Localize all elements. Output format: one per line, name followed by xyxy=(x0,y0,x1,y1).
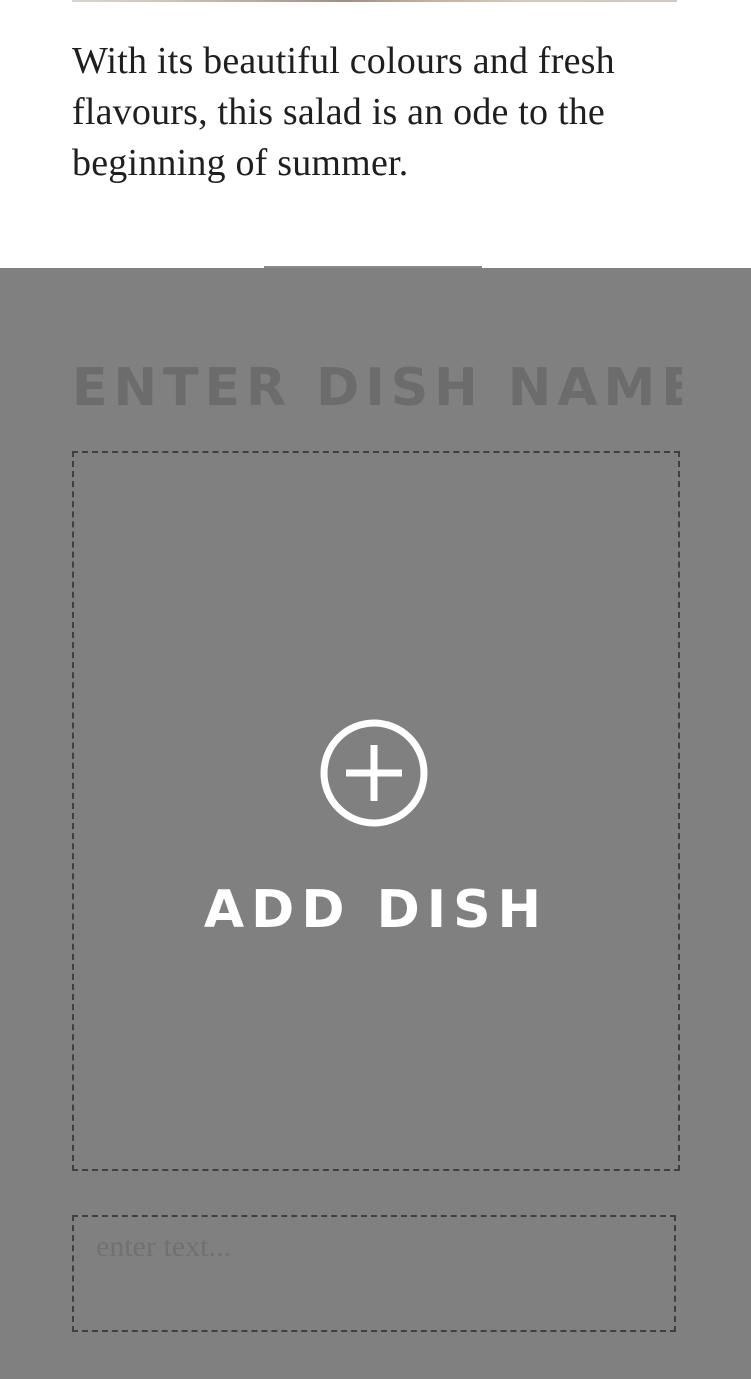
add-dish-button[interactable]: ADD DISH xyxy=(72,451,680,1171)
add-dish-editor: ADD DISH xyxy=(0,268,751,1379)
dish-image-bottom-edge xyxy=(72,0,677,2)
text-entry-box xyxy=(72,1215,676,1332)
article-section: With its beautiful colours and fresh fla… xyxy=(0,0,751,268)
dish-text-input[interactable] xyxy=(96,1227,656,1267)
dish-description: With its beautiful colours and fresh fla… xyxy=(72,40,615,184)
dish-name-input[interactable] xyxy=(72,358,682,418)
add-dish-label: ADD DISH xyxy=(203,880,549,940)
plus-circle-icon xyxy=(320,719,428,827)
